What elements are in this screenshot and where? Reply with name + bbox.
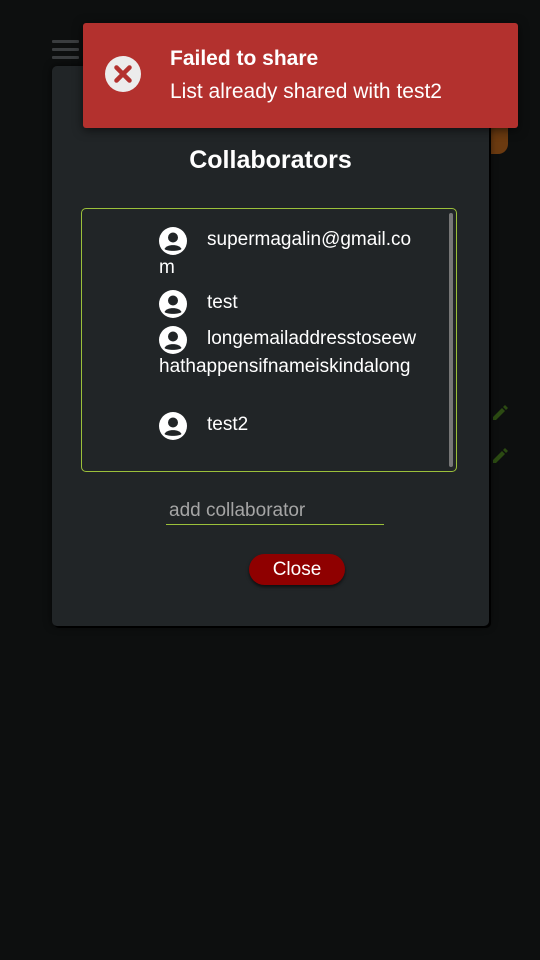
list-item: test (159, 289, 419, 318)
toast-message: List already shared with test2 (170, 80, 442, 103)
collaborator-name: test2 (207, 414, 249, 435)
close-button[interactable]: Close (249, 554, 345, 585)
error-x-icon (105, 56, 141, 92)
collaborators-list[interactable]: supermagalin@gmail.com test longemailadd… (81, 208, 457, 472)
error-toast[interactable]: Failed to share List already shared with… (83, 23, 518, 128)
collaborators-modal: Collaborators supermagalin@gmail.com tes… (52, 66, 489, 626)
list-item: supermagalin@gmail.com (159, 226, 419, 282)
collaborator-name: supermagalin@gmail.com (159, 229, 412, 278)
add-collaborator-input[interactable] (166, 498, 384, 525)
hamburger-menu-icon[interactable] (52, 40, 79, 64)
user-circle-icon (159, 290, 187, 318)
user-circle-icon (159, 326, 187, 354)
edit-icon[interactable] (490, 446, 510, 466)
list-item: longemailaddresstoseewhathappensifnameis… (159, 325, 419, 381)
list-item: test2 (159, 411, 419, 440)
edit-icon[interactable] (490, 403, 510, 423)
user-circle-icon (159, 227, 187, 255)
collaborator-name: longemailaddresstoseewhathappensifnameis… (159, 328, 417, 377)
collaborator-name: test (207, 292, 238, 313)
user-circle-icon (159, 412, 187, 440)
scrollbar[interactable] (449, 213, 453, 467)
modal-title: Collaborators (189, 146, 352, 174)
toast-title: Failed to share (170, 47, 319, 70)
